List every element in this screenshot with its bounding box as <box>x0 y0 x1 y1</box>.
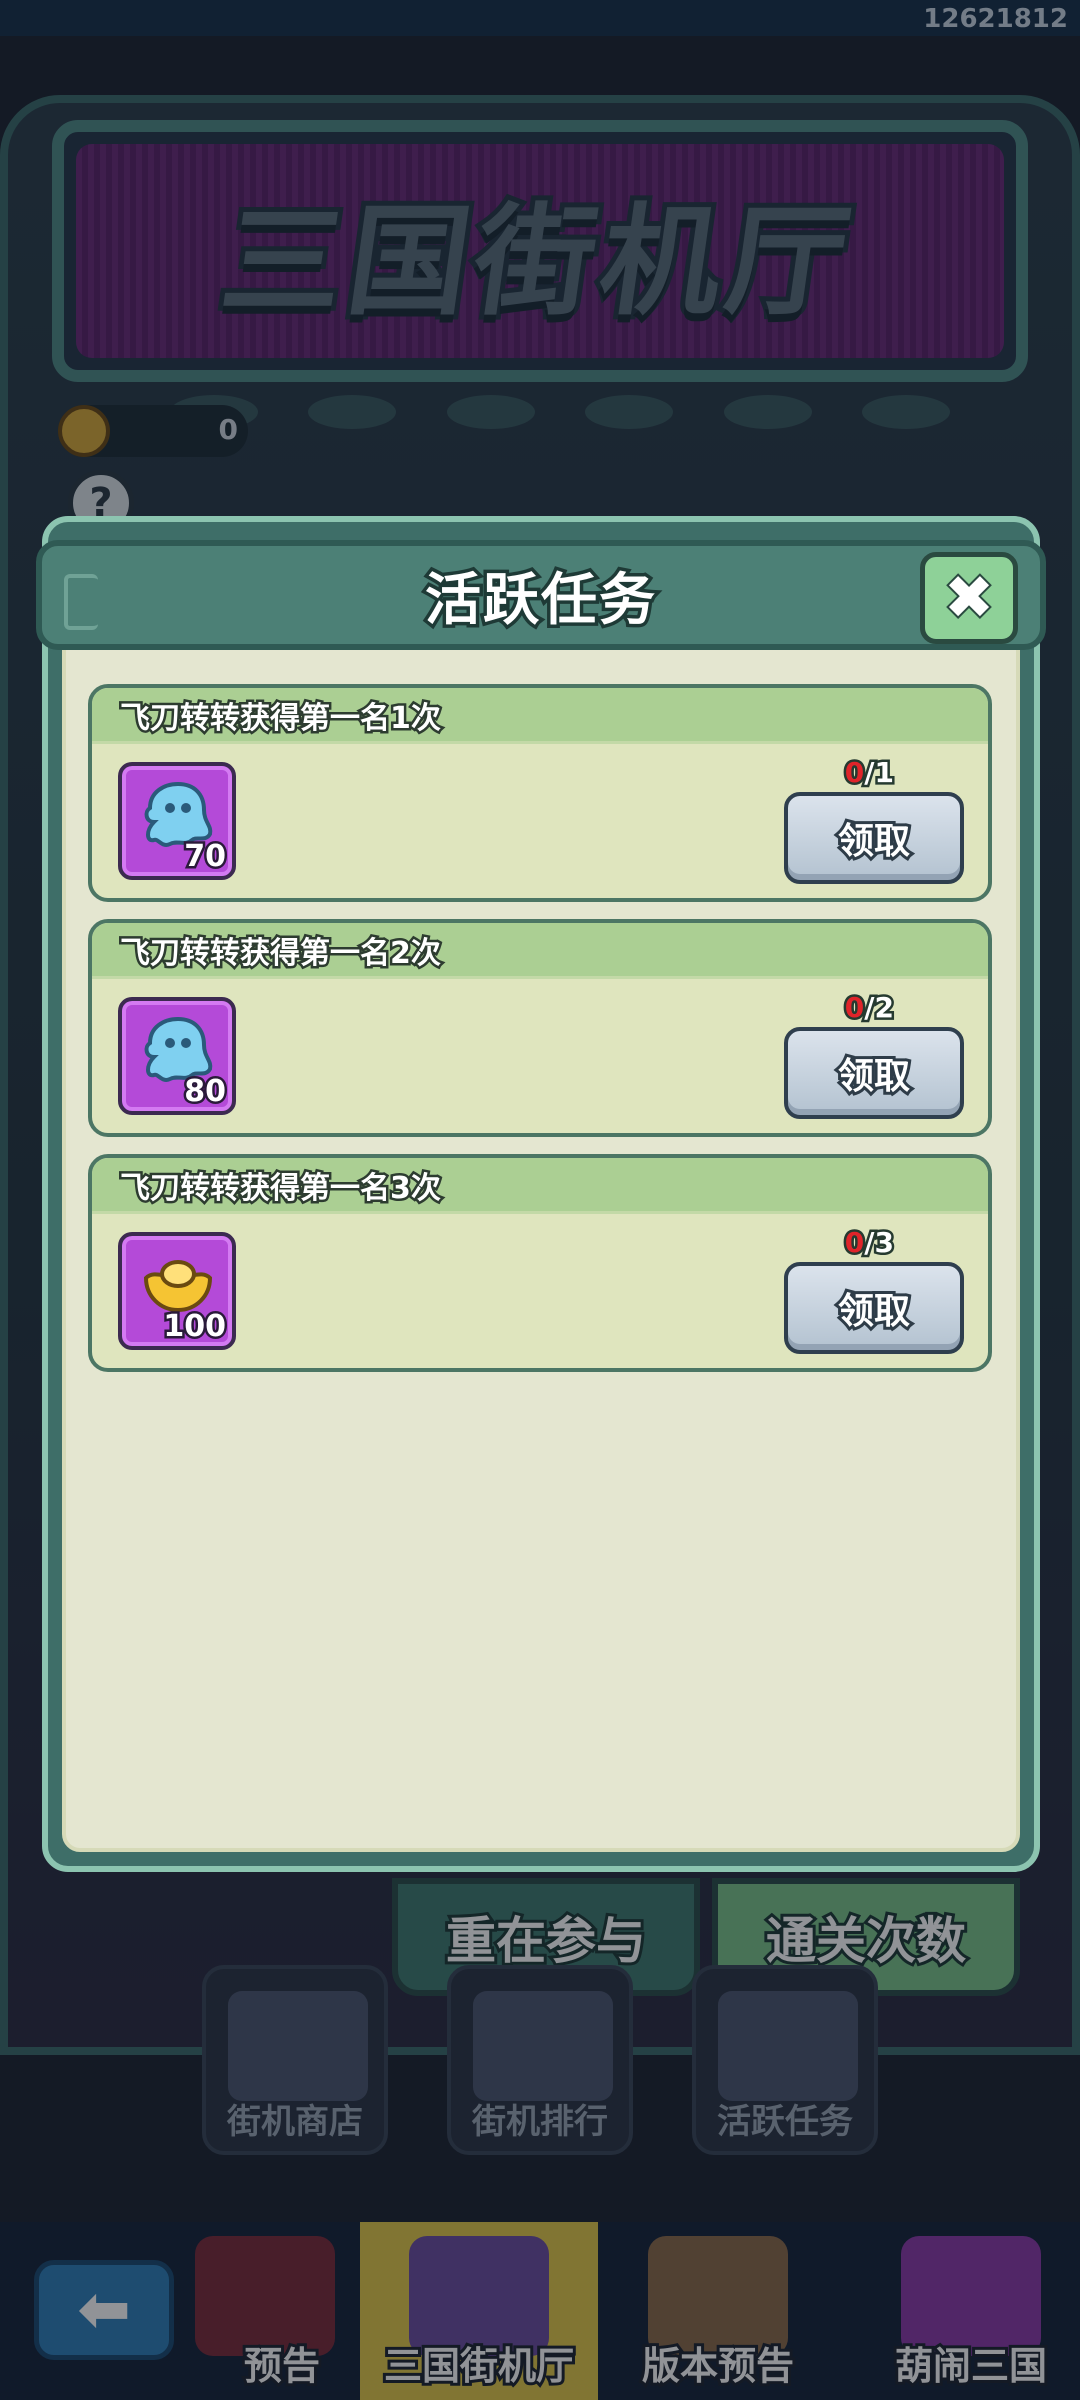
progress-done: 0 <box>842 1224 867 1262</box>
task-list: 飞刀转转获得第一名1次 70 0/1 领取 飞刀转转获得第一名2次 80 0/2… <box>88 684 992 1389</box>
reward-quantity: 70 <box>182 837 229 877</box>
task-progress: 0/3 <box>842 1224 897 1262</box>
reward-item[interactable]: 70 <box>118 762 236 880</box>
close-button[interactable]: ✖ <box>920 552 1018 644</box>
task-card: 飞刀转转获得第一名1次 70 0/1 领取 <box>88 684 992 902</box>
reward-item[interactable]: 100 <box>118 1232 236 1350</box>
progress-done: 0 <box>842 754 867 792</box>
progress-total: /3 <box>862 1224 897 1262</box>
reward-quantity: 80 <box>182 1072 229 1112</box>
task-header: 飞刀转转获得第一名1次 <box>92 688 988 744</box>
claim-button[interactable]: 领取 <box>784 1027 964 1119</box>
task-header: 飞刀转转获得第一名2次 <box>92 923 988 979</box>
claim-button[interactable]: 领取 <box>784 1262 964 1354</box>
claim-label: 领取 <box>835 1053 913 1100</box>
progress-total: /1 <box>862 754 897 792</box>
task-name: 飞刀转转获得第一名1次 <box>118 698 444 738</box>
task-progress: 0/1 <box>842 754 897 792</box>
dialog-title: 活跃任务 <box>422 564 659 636</box>
task-card: 飞刀转转获得第一名2次 80 0/2 领取 <box>88 919 992 1137</box>
task-name: 飞刀转转获得第一名3次 <box>118 1168 444 1208</box>
task-progress: 0/2 <box>842 989 897 1027</box>
task-header: 飞刀转转获得第一名3次 <box>92 1158 988 1214</box>
claim-label: 领取 <box>835 818 913 865</box>
task-name: 飞刀转转获得第一名2次 <box>118 933 444 973</box>
progress-done: 0 <box>842 989 867 1027</box>
reward-item[interactable]: 80 <box>118 997 236 1115</box>
header-ornament-icon <box>64 574 98 630</box>
task-card: 飞刀转转获得第一名3次 100 0/3 领取 <box>88 1154 992 1372</box>
progress-total: /2 <box>862 989 897 1027</box>
dialog-header: 活跃任务 ✖ <box>36 540 1046 650</box>
claim-button[interactable]: 领取 <box>784 792 964 884</box>
close-icon: ✖ <box>942 561 996 635</box>
claim-label: 领取 <box>835 1288 913 1335</box>
reward-quantity: 100 <box>161 1307 229 1347</box>
